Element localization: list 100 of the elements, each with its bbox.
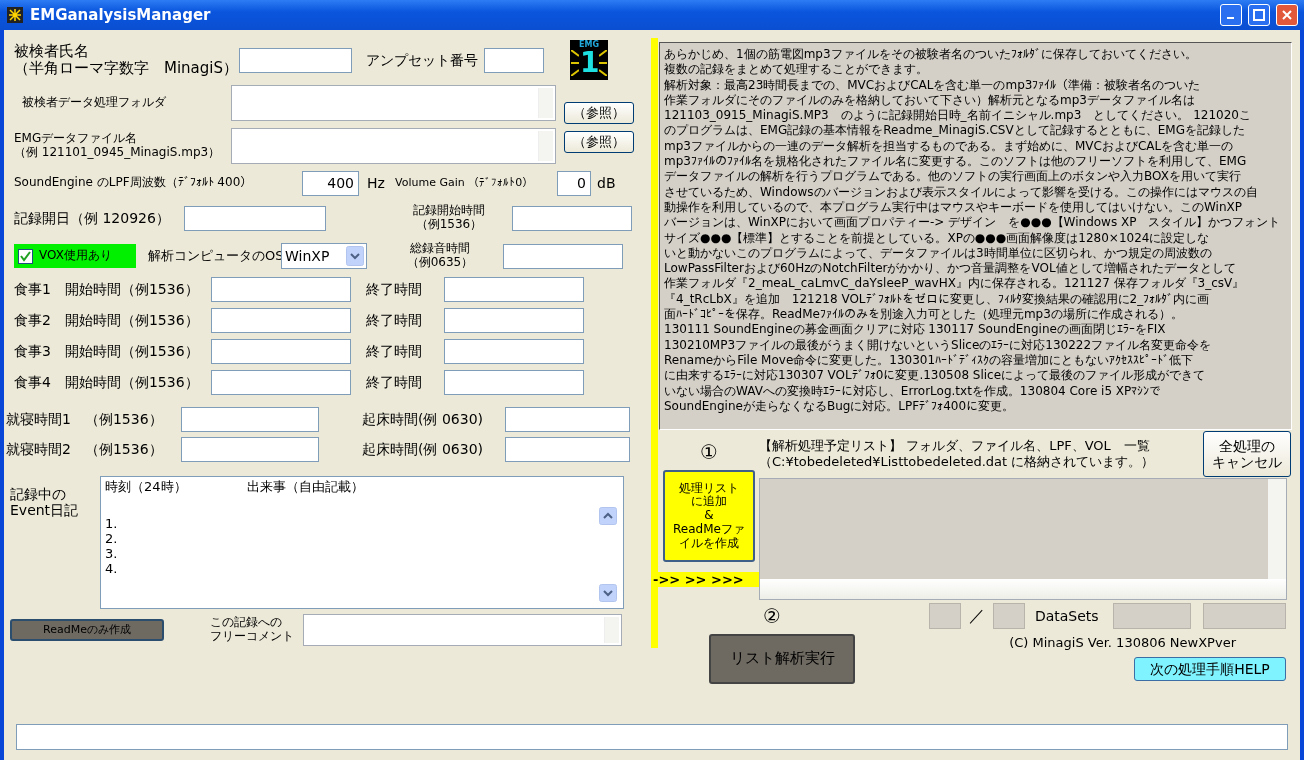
scroll-down-icon[interactable] <box>599 584 617 602</box>
info-text: 解析対象：最高23時間長までの、MVCおよびCALを含む単一のmp3ﾌｧｲﾙ（準備：被験者名のついた <box>664 77 1202 93</box>
count-box <box>928 603 961 629</box>
diary-field[interactable]: 時刻（24時） 出来事（自由記載） 1. 2. 3. 4. <box>100 476 624 609</box>
field-label: 食事4 開始時間（例1536） <box>14 374 200 391</box>
wake-input[interactable] <box>505 436 630 462</box>
total-time-input[interactable] <box>503 243 623 269</box>
datasets-label: DataSets <box>1033 607 1100 625</box>
field-label: 被検者氏名 （半角ローマ字数字 MinagiS） <box>14 42 239 78</box>
list-heading: 【解析処理予定リスト】 フォルダ、ファイル名、LPF、VOL 一覧 （C:¥tobedeleted¥Listtobedeleted.dat に格納されています。） <box>759 438 1155 470</box>
help-button[interactable]: 次の処理手順HELP <box>1134 656 1286 681</box>
info-text: SoundEngineが走らなくなるBugに対応。LPFﾃﾞﾌｫ400に変更。 <box>664 398 1016 415</box>
field-label: 記録中の Event日記 <box>10 486 80 519</box>
close-icon[interactable] <box>1281 9 1293 21</box>
info-text: 複数の記録をまとめて処理することができます。 <box>664 62 929 78</box>
meal-end-input[interactable] <box>444 308 584 333</box>
step-number: ① <box>700 440 718 464</box>
field-label: 終了時間 <box>366 374 423 391</box>
field-label: 記録開始時間 （例1536） <box>412 204 486 232</box>
meal-start-input[interactable] <box>211 308 351 333</box>
run-analysis-button[interactable]: リスト解析実行 <box>709 634 855 684</box>
meal-start-input[interactable] <box>211 339 351 364</box>
browse-button[interactable]: （参照） <box>564 102 634 124</box>
info-text: 作業フォルダ『2_meaL_caLmvC_daYsleeP_wavHX』内に保存される。121127 保存フォルダ『3_csV』 <box>664 276 1246 292</box>
logo-digit: 1 <box>580 49 598 77</box>
field-label: 起床時間(例 0630) <box>362 440 484 458</box>
sleep-input[interactable] <box>181 406 319 432</box>
info-text: 130111 SoundEngineの募金画面クリアに対応 130117 SoundEngineの画面閉じｴﾗｰをFIX <box>664 322 1167 338</box>
cancel-all-button[interactable]: 全処理の キャンセル <box>1203 431 1291 477</box>
gain-input[interactable]: 0 <box>557 170 591 196</box>
folder-field[interactable] <box>231 85 556 121</box>
info-text: 『4_tRcLbX』を追加 121218 VOLﾃﾞﾌｫﾙﾄをゼロに変更し、ﾌｨﾙﾀ変換結果の確認用に2_ﾌｫﾙﾀﾞ内に画 <box>664 291 1211 308</box>
add-to-list-button[interactable]: 処理リスト に追加 & ReadMeファ イルを作成 <box>663 470 755 562</box>
checkbox-label[interactable]: VOX使用あり <box>39 249 112 263</box>
info-text: のプログラムは、EMG記録の基本情報をReadme_MinagiS.CSVとして記録するとともに、EMGを記録した <box>664 123 1246 139</box>
column-heading: 出来事（自由記載） <box>246 479 364 494</box>
browse-button[interactable]: （参照） <box>564 131 634 153</box>
field-label: 終了時間 <box>366 281 423 298</box>
meal-start-input[interactable] <box>211 370 351 395</box>
sleep-input[interactable] <box>181 436 319 462</box>
record-date-input[interactable] <box>184 205 326 231</box>
meal-end-input[interactable] <box>444 339 584 364</box>
info-text: 121103_0915_MinagiS.MP3 のように記録開始日時_名前イニシャル.mp3 としてください。 121020こ <box>664 108 1252 124</box>
info-text: RenameからFile Move命令に変更した。130301ﾊｰﾄﾞﾃﾞｨｽｸの容量増加にともないｱｸｾｽｽﾋﾟｰﾄﾞ低下 <box>664 352 1195 369</box>
amp-set-input[interactable] <box>484 47 544 73</box>
status-field[interactable] <box>16 724 1288 750</box>
window-title: EMGanalysisManager <box>30 6 212 24</box>
info-text: いない場合のWAVへの変換時ｴﾗｰに対応し、ErrorLog.txtを作成。130804 Core i5 XPﾏｼﾝで <box>664 383 1163 399</box>
column-heading: 時刻（24時） <box>105 479 187 494</box>
info-text: LowPassFilterおよび60HzのNotchFilterがかかり、かつ音量調整をVOL値として増幅されたデータとして <box>664 261 1237 277</box>
logo-caption: EMG <box>579 40 599 49</box>
diary-line: 3. <box>105 546 119 561</box>
maximize-button[interactable] <box>1248 4 1270 26</box>
meal-end-input[interactable] <box>444 370 584 395</box>
field-label: 終了時間 <box>366 343 423 360</box>
info-text: 作業フォルダにそのファイルのみを格納しておいて下さい）解析元となるmp3データファイル名は <box>664 92 1196 109</box>
field-label: この記録への フリーコメント <box>210 616 295 644</box>
info-text: バージョンは、WinXPにおいて画面プロパティー-> デザイン を●●●【Windows XP スタイル】かつフォント <box>664 215 1282 231</box>
scrollbar[interactable] <box>1268 479 1286 579</box>
scroll-up-icon[interactable] <box>599 507 617 525</box>
name-input[interactable] <box>239 47 352 73</box>
meal-end-input[interactable] <box>444 277 584 302</box>
info-text: データファイルの解析を行うプログラムである。他のソフトの実行画面上のボタンや入力BOXを用いて実行 <box>664 169 1242 185</box>
step-number: ② <box>763 604 781 628</box>
field-label: 食事1 開始時間（例1536） <box>14 281 200 298</box>
info-text: 動操作を利用しているので、本プログラム実行中はマウスやキーボードを使用してはいけない。このWinXP <box>664 199 1243 216</box>
start-time-input[interactable] <box>512 205 632 231</box>
field-label: アンプセット番号 <box>366 51 479 69</box>
info-text: に由来するｴﾗｰに対応130307 VOLﾃﾞﾌｫ0に変更.130508 Sliceによって最後のファイル形成ができて <box>664 368 1207 384</box>
maximize-icon[interactable] <box>1253 9 1265 21</box>
copyright-text: (C) MinagiS Ver. 130806 NewXPver <box>1009 636 1236 651</box>
rays-drawing <box>599 50 607 76</box>
diary-line: 4. <box>105 561 119 576</box>
os-select[interactable]: WinXP <box>281 243 367 269</box>
info-text: させているため、Windowsのバージョンおよび表示スタイルによって影響を受ける。この操作にはマウスの自 <box>664 184 1259 200</box>
wake-input[interactable] <box>505 406 630 432</box>
field-label: 終了時間 <box>366 312 423 329</box>
arrow-text: ->> >> >>> <box>651 572 759 587</box>
lpf-input[interactable]: 400 <box>302 170 359 196</box>
diary-line: 2. <box>105 531 119 546</box>
minimize-button[interactable] <box>1220 4 1242 26</box>
field-label: 総録音時間 （例0635） <box>405 242 475 270</box>
field-label: EMGデータファイル名 （例 121101_0945_MinagiS.mp3） <box>14 132 222 160</box>
info-text: 面ﾊｰﾄﾞｺﾋﾟｰを保存。ReadMeﾌｧｲﾙのみを別途入力可とした（処理元mp3の場所に作成される）。 <box>664 307 1184 323</box>
scrollbar[interactable] <box>760 579 1286 599</box>
meal-start-input[interactable] <box>211 277 351 302</box>
checkbox[interactable] <box>18 248 33 264</box>
field-label: 食事2 開始時間（例1536） <box>14 312 200 329</box>
file-field[interactable] <box>231 128 556 164</box>
diary-line: 1. <box>105 516 119 531</box>
separator-text: ／ <box>967 606 986 626</box>
comment-field[interactable] <box>303 614 622 646</box>
app-icon <box>6 6 24 24</box>
info-text: 130210MP3ファイルの最後がうまく開けないというSliceのｴﾗｰに対応130222ファイル名変更命令を <box>664 337 1213 353</box>
unit-label: dB <box>596 174 616 192</box>
info-text: mp3ﾌｧｲﾙのﾌｧｲﾙ名を規格化されたファイル名に変更する。このソフトは他のフリーソフトを利用して、EMG <box>664 154 1248 170</box>
info-text: いと動かないこのプログラムによって、データファイルは3時間単位に区切られ、かつ規定の周波数の <box>664 245 1213 262</box>
process-list[interactable] <box>759 478 1287 600</box>
close-button[interactable] <box>1276 4 1298 26</box>
readme-only-button[interactable]: ReadMeのみ作成 <box>10 619 164 641</box>
